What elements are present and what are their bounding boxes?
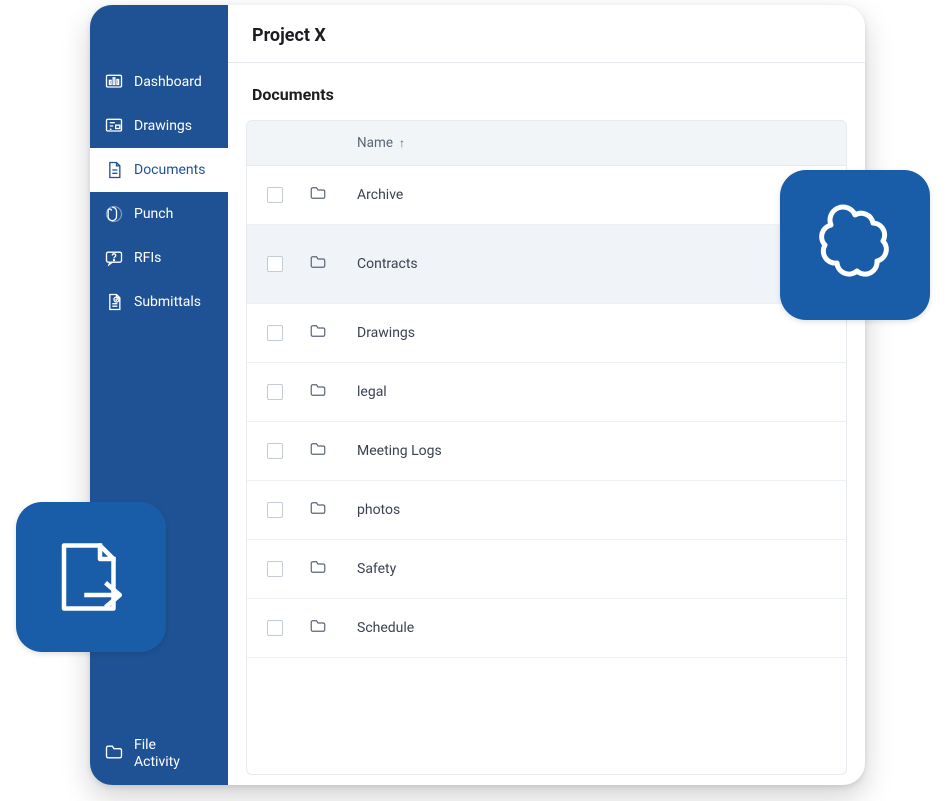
row-icon-cell <box>309 381 357 403</box>
row-name: Meeting Logs <box>357 443 442 459</box>
app-window: Dashboard Drawings Documents Punch <box>90 5 865 785</box>
folder-icon <box>309 558 327 580</box>
sidebar-nav: Dashboard Drawings Documents Punch <box>90 5 228 324</box>
sidebar-item-punch[interactable]: Punch <box>90 192 228 236</box>
submittals-icon <box>104 292 124 312</box>
checkbox[interactable] <box>267 502 283 518</box>
checkbox[interactable] <box>267 443 283 459</box>
row-icon-cell <box>309 322 357 344</box>
row-checkbox-cell <box>267 443 309 459</box>
table-row[interactable]: Archive <box>247 166 846 225</box>
folder-icon <box>309 184 327 206</box>
main-content: Project X Documents Name ↑ Archive Contra… <box>228 5 865 785</box>
checkbox[interactable] <box>267 384 283 400</box>
folder-icon <box>309 440 327 462</box>
row-checkbox-cell <box>267 561 309 577</box>
section-header: Documents <box>228 63 865 120</box>
dashboard-icon <box>104 72 124 92</box>
sidebar-item-label: File Activity <box>134 737 180 771</box>
checkbox[interactable] <box>267 561 283 577</box>
row-name: Archive <box>357 187 403 203</box>
row-name: legal <box>357 384 387 400</box>
documents-table: Name ↑ Archive Contracts Drawings legal Meet… <box>246 120 847 775</box>
row-name: Schedule <box>357 620 414 636</box>
row-icon-cell <box>309 499 357 521</box>
row-checkbox-cell <box>267 502 309 518</box>
table-row[interactable]: Schedule <box>247 599 846 658</box>
punch-icon <box>104 204 124 224</box>
column-header-name[interactable]: Name ↑ <box>357 135 405 151</box>
row-icon-cell <box>309 184 357 206</box>
row-name: Safety <box>357 561 396 577</box>
sidebar-item-submittals[interactable]: Submittals <box>90 280 228 324</box>
row-checkbox-cell <box>267 384 309 400</box>
sidebar-item-label: RFIs <box>134 250 161 266</box>
checkbox[interactable] <box>267 256 283 272</box>
cloud-badge <box>780 170 930 320</box>
row-checkbox-cell <box>267 187 309 203</box>
sidebar-item-file-activity[interactable]: File Activity <box>90 727 228 785</box>
sidebar-item-label: Drawings <box>134 118 192 134</box>
sidebar-item-rfis[interactable]: RFIs <box>90 236 228 280</box>
row-icon-cell <box>309 253 357 275</box>
page-title: Project X <box>252 25 841 46</box>
sidebar: Dashboard Drawings Documents Punch <box>90 5 228 785</box>
sidebar-item-label: Dashboard <box>134 74 202 90</box>
sidebar-item-label: Punch <box>134 206 173 222</box>
folder-icon <box>309 381 327 403</box>
table-header: Name ↑ <box>247 121 846 166</box>
table-body: Archive Contracts Drawings legal Meeting Log… <box>247 166 846 658</box>
folder-icon <box>309 253 327 275</box>
row-checkbox-cell <box>267 256 309 272</box>
rfi-icon <box>104 248 124 268</box>
table-row[interactable]: photos <box>247 481 846 540</box>
row-checkbox-cell <box>267 620 309 636</box>
row-icon-cell <box>309 440 357 462</box>
row-name: Contracts <box>357 256 418 272</box>
checkbox[interactable] <box>267 187 283 203</box>
table-row[interactable]: Drawings <box>247 304 846 363</box>
row-checkbox-cell <box>267 325 309 341</box>
row-icon-cell <box>309 617 357 639</box>
sidebar-item-label: Documents <box>134 162 205 178</box>
column-label: Name <box>357 135 393 151</box>
checkbox[interactable] <box>267 620 283 636</box>
sidebar-item-drawings[interactable]: Drawings <box>90 104 228 148</box>
export-badge <box>16 502 166 652</box>
checkbox[interactable] <box>267 325 283 341</box>
sort-ascending-icon: ↑ <box>399 136 405 150</box>
sidebar-item-label: Submittals <box>134 294 201 310</box>
folder-icon <box>309 322 327 344</box>
table-row[interactable]: Contracts <box>247 225 846 304</box>
folder-icon <box>309 499 327 521</box>
sidebar-item-documents[interactable]: Documents <box>90 148 228 192</box>
folder-icon <box>104 742 124 767</box>
drawings-icon <box>104 116 124 136</box>
table-row[interactable]: legal <box>247 363 846 422</box>
row-name: Drawings <box>357 325 415 341</box>
titlebar: Project X <box>228 5 865 63</box>
folder-icon <box>309 617 327 639</box>
section-title: Documents <box>252 85 841 104</box>
sidebar-item-dashboard[interactable]: Dashboard <box>90 60 228 104</box>
row-name: photos <box>357 502 400 518</box>
table-row[interactable]: Safety <box>247 540 846 599</box>
table-row[interactable]: Meeting Logs <box>247 422 846 481</box>
document-icon <box>104 160 124 180</box>
row-icon-cell <box>309 558 357 580</box>
